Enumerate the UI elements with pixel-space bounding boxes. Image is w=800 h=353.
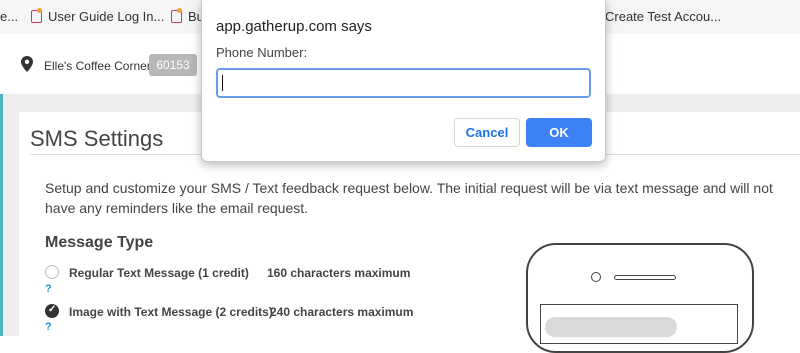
page-title: SMS Settings	[30, 126, 164, 151]
help-link-regular[interactable]: ?	[45, 283, 52, 295]
phone-number-input[interactable]	[216, 68, 591, 98]
map-pin-icon	[21, 56, 33, 72]
radio-regular-text[interactable]	[45, 265, 59, 279]
message-type-heading: Message Type	[45, 234, 154, 251]
bookmark-icon	[170, 8, 182, 23]
bookmark-item[interactable]: e...	[0, 9, 18, 24]
option-limit: 240 characters maximum	[270, 305, 414, 319]
phone-speaker	[614, 275, 676, 280]
option-label: Regular Text Message (1 credit)	[69, 266, 249, 280]
radio-image-text[interactable]	[45, 304, 59, 318]
prompt-dialog: app.gatherup.com says Phone Number: Canc…	[201, 0, 606, 162]
help-link-image[interactable]: ?	[45, 321, 52, 333]
bookmark-icon	[30, 8, 42, 23]
location-id-badge: 60153	[149, 54, 197, 76]
ok-button[interactable]: OK	[526, 118, 592, 147]
bookmark-label: Create Test Accou...	[605, 9, 722, 24]
bookmark-item[interactable]: Bu	[170, 8, 204, 24]
dialog-prompt-label: Phone Number:	[216, 45, 308, 60]
sidebar-edge	[0, 94, 3, 336]
location-name[interactable]: Elle's Coffee Corner	[44, 59, 151, 73]
message-bubble	[545, 317, 677, 337]
bookmark-label: User Guide Log In...	[48, 9, 165, 24]
bookmark-item-create-test-account[interactable]: Create Test Accou...	[605, 9, 721, 24]
text-caret	[222, 75, 223, 91]
dialog-title: app.gatherup.com says	[216, 18, 372, 35]
page-description: Setup and customize your SMS / Text feed…	[45, 180, 773, 216]
phone-camera	[591, 272, 601, 282]
bookmark-label: e...	[0, 9, 19, 24]
option-limit: 160 characters maximum	[267, 266, 411, 280]
option-label: Image with Text Message (2 credits)	[69, 305, 273, 319]
cancel-button[interactable]: Cancel	[454, 118, 520, 147]
bookmark-item-user-guide[interactable]: User Guide Log In...	[30, 8, 165, 24]
